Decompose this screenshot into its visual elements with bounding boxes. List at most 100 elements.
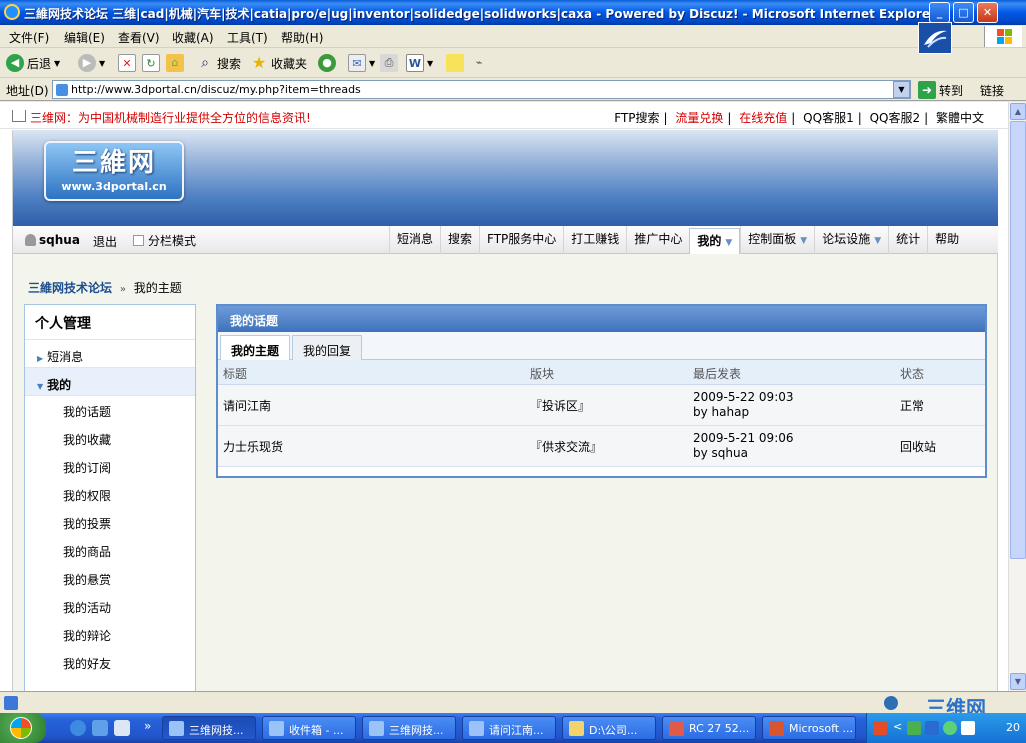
breadcrumb-home[interactable]: 三維网技术论坛 (28, 281, 112, 295)
user-icon (25, 234, 36, 246)
task-forum-1[interactable]: 三维网技... (162, 716, 256, 740)
go-button[interactable]: ➜ 转到 (918, 81, 963, 99)
split-mode-toggle[interactable]: 分栏模式 (133, 232, 196, 249)
sidebar-item-my-goods[interactable]: 我的商品 (25, 536, 195, 564)
menu-view[interactable]: 查看(V) (118, 29, 160, 46)
task-inbox[interactable]: 收件箱 - ... (262, 716, 356, 740)
forward-button[interactable]: ▶ ▼ (78, 54, 105, 72)
tab-my-threads[interactable]: 我的主题 (220, 335, 291, 361)
task-question[interactable]: 请问江南... (462, 716, 556, 740)
sidebar-item-my-favorites[interactable]: 我的收藏 (25, 424, 195, 452)
scroll-up-button[interactable]: ▲ (1010, 103, 1026, 120)
qq-service-2-link[interactable]: QQ客服2 (870, 111, 921, 125)
sidebar-item-my-polls[interactable]: 我的投票 (25, 508, 195, 536)
chevron-left-icon[interactable]: < (893, 720, 902, 733)
task-rc[interactable]: RC 27 52... (662, 716, 756, 740)
chevron-right-icon[interactable]: » (144, 719, 151, 733)
nav-promotion[interactable]: 推广中心 (626, 226, 689, 254)
nav-earn[interactable]: 打工赚钱 (563, 226, 626, 254)
qq-service-1-link[interactable]: QQ客服1 (803, 111, 854, 125)
nav-forum-facilities[interactable]: 论坛设施 ▼ (814, 226, 888, 254)
menu-favorites[interactable]: 收藏(A) (172, 29, 214, 46)
nav-control-panel[interactable]: 控制面板 ▼ (740, 226, 814, 254)
links-button[interactable]: 链接 (980, 82, 1004, 99)
start-button[interactable] (0, 713, 46, 743)
username-link[interactable]: sqhua (25, 233, 80, 247)
panel-heading: 我的话题 (218, 306, 985, 332)
online-recharge-link[interactable]: 在线充值 (739, 111, 787, 125)
vertical-scrollbar[interactable]: ▲ ▼ (1008, 102, 1026, 691)
tray-app-icon[interactable] (907, 721, 921, 735)
sidebar-item-my-subscriptions[interactable]: 我的订阅 (25, 452, 195, 480)
last-post-time[interactable]: 2009-5-21 09:06 (693, 431, 794, 446)
sidebar-section-mine[interactable]: ▼ 我的 (25, 368, 195, 396)
sidebar-section-messages[interactable]: ▶ 短消息 (25, 340, 195, 368)
checkbox-icon (133, 235, 144, 246)
home-button[interactable]: ⌂ (166, 54, 184, 72)
thread-title-link[interactable]: 力士乐现货 (223, 438, 283, 455)
sidebar-item-my-rewards[interactable]: 我的悬赏 (25, 564, 195, 592)
notes-button[interactable] (446, 54, 464, 72)
search-button[interactable]: ⌕ 搜索 (196, 54, 241, 72)
sidebar-item-my-debates[interactable]: 我的辩论 (25, 620, 195, 648)
messenger-button[interactable]: ⌁ (470, 54, 488, 72)
system-tray: < 20 (866, 713, 1026, 743)
task-forum-2[interactable]: 三维网技... (362, 716, 456, 740)
last-post-author[interactable]: by sqhua (693, 446, 748, 461)
menu-tools[interactable]: 工具(T) (227, 29, 268, 46)
menu-file[interactable]: 文件(F) (9, 29, 49, 46)
menu-help[interactable]: 帮助(H) (281, 29, 323, 46)
nav-messages[interactable]: 短消息 (389, 226, 440, 254)
scroll-thumb[interactable] (1010, 121, 1026, 559)
minimize-button[interactable]: _ (929, 2, 950, 23)
back-button[interactable]: ◀ 后退 ▼ (6, 54, 60, 72)
close-button[interactable]: ✕ (977, 2, 998, 23)
refresh-button[interactable]: ↻ (142, 54, 160, 72)
maximize-button[interactable]: □ (953, 2, 974, 23)
network-icon[interactable] (925, 721, 939, 735)
ie-quicklaunch-icon[interactable] (70, 720, 86, 736)
nav-ftp-center[interactable]: FTP服务中心 (479, 226, 563, 254)
traditional-chinese-link[interactable]: 繁體中文 (936, 111, 984, 125)
favorites-button[interactable]: ★ 收藏夹 (250, 54, 307, 72)
logout-link[interactable]: 退出 (93, 233, 117, 250)
ftp-search-link[interactable]: FTP搜索 (614, 111, 659, 125)
nav-help[interactable]: 帮助 (927, 226, 966, 254)
home-icon[interactable] (12, 110, 26, 122)
thread-title-link[interactable]: 请问江南 (223, 397, 271, 414)
last-post-time[interactable]: 2009-5-22 09:03 (693, 390, 794, 405)
input-method-icon[interactable] (873, 721, 887, 735)
desktop-quicklaunch-icon[interactable] (114, 720, 130, 736)
sidebar-item-my-activities[interactable]: 我的活动 (25, 592, 195, 620)
table-row: 请问江南 『投诉区』 2009-5-22 09:03 by hahap 正常 (218, 385, 985, 426)
media-button[interactable]: ● (318, 54, 336, 72)
print-button[interactable]: ⎙ (380, 54, 398, 72)
media-icon: ● (318, 54, 336, 72)
nav-mine[interactable]: 我的 ▼ (689, 228, 741, 254)
forum-link[interactable]: 『投诉区』 (530, 397, 590, 414)
tab-my-replies[interactable]: 我的回复 (292, 335, 363, 360)
breadcrumb: 三維网技术论坛 » 我的主题 (28, 279, 182, 296)
scroll-down-button[interactable]: ▼ (1010, 673, 1026, 690)
edit-button[interactable]: W ▼ (406, 54, 433, 72)
menu-edit[interactable]: 编辑(E) (64, 29, 105, 46)
mail-button[interactable]: ✉ ▼ (348, 54, 375, 72)
last-post-author[interactable]: by hahap (693, 405, 749, 420)
volume-icon[interactable] (961, 721, 975, 735)
security-icon[interactable] (943, 721, 957, 735)
traffic-exchange-link[interactable]: 流量兑换 (675, 111, 723, 125)
sidebar-item-my-permissions[interactable]: 我的权限 (25, 480, 195, 508)
nav-search[interactable]: 搜索 (440, 226, 479, 254)
task-folder[interactable]: D:\公司... (562, 716, 656, 740)
sidebar-item-my-topics[interactable]: 我的话题 (25, 396, 195, 424)
address-input[interactable]: http://www.3dportal.cn/discuz/my.php?ite… (52, 80, 911, 99)
stop-button[interactable]: ✕ (118, 54, 136, 72)
sidebar-item-my-friends[interactable]: 我的好友 (25, 648, 195, 676)
site-logo[interactable]: 三維网 www.3dportal.cn (44, 141, 184, 201)
ie-icon (169, 721, 184, 736)
task-microsoft[interactable]: Microsoft ... (762, 716, 856, 740)
forum-link[interactable]: 『供求交流』 (530, 438, 602, 455)
address-dropdown-button[interactable]: ▼ (893, 81, 910, 98)
outlook-quicklaunch-icon[interactable] (92, 720, 108, 736)
nav-stats[interactable]: 统计 (888, 226, 927, 254)
